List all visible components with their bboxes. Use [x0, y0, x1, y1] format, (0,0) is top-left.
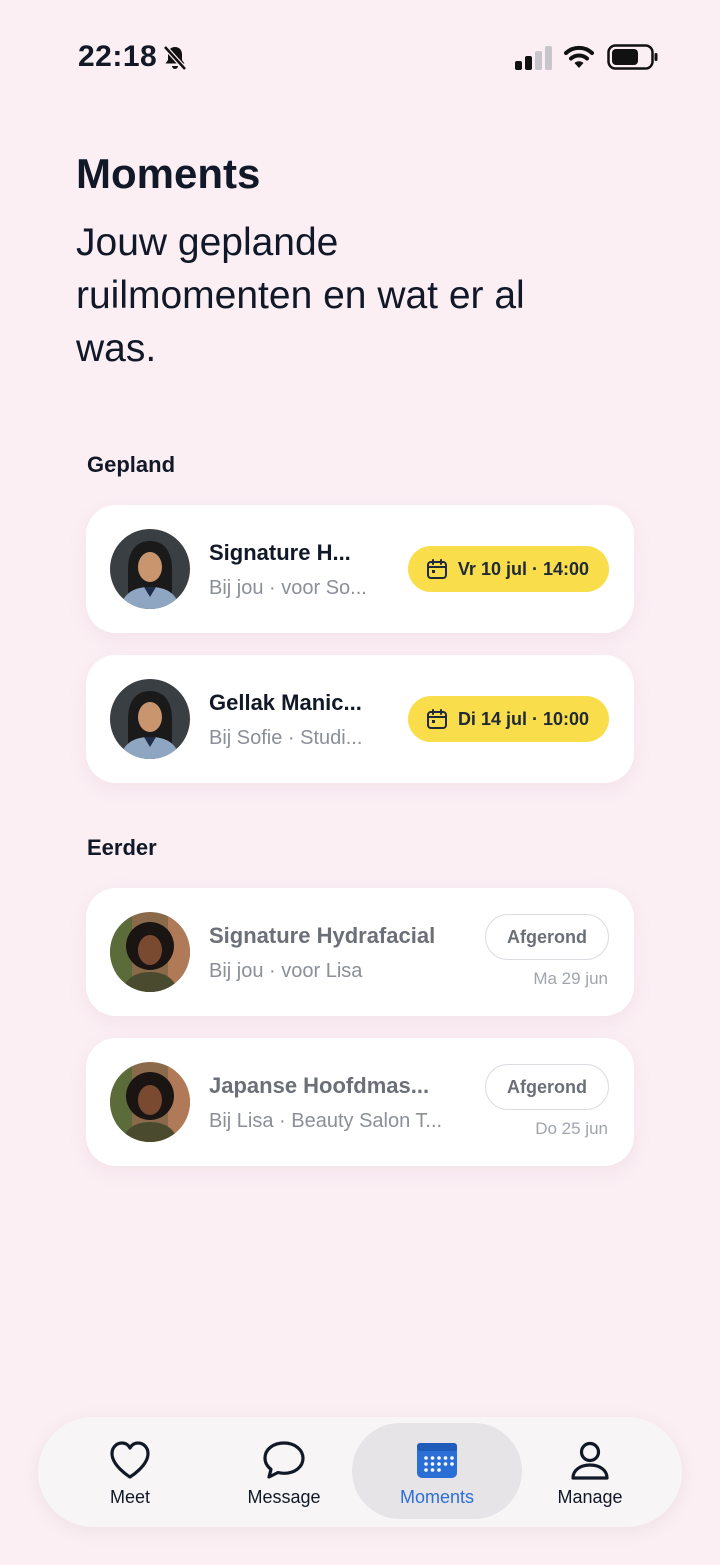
moment-title: Signature H...: [209, 540, 351, 565]
tab-label: Manage: [557, 1487, 623, 1507]
status-bar: 22:18: [0, 38, 720, 82]
moment-subtitle: Bij Sofie · Studi...: [209, 727, 363, 749]
section-label-past: Eerder: [87, 835, 157, 860]
moment-title: Gellak Manic...: [209, 690, 362, 715]
calendar-icon: [426, 709, 447, 729]
moment-date: Ma 29 jun: [533, 969, 608, 988]
battery-icon: [607, 44, 658, 70]
past-moment-card[interactable]: Signature Hydrafacial Bij jou · voor Lis…: [86, 888, 634, 1016]
section-label-planned: Gepland: [87, 452, 176, 477]
date-pill: Di 14 jul · 10:00: [407, 696, 609, 742]
tab-meet[interactable]: Meet: [50, 1423, 210, 1519]
completed-badge: Afgerond: [485, 914, 609, 960]
avatar: [110, 529, 190, 609]
moment-title: Japanse Hoofdmas...: [209, 1073, 430, 1098]
completed-badge: Afgerond: [485, 1064, 609, 1110]
status-time: 22:18: [78, 40, 158, 73]
moments-screen: 22:18 Moments Jouw geplande ruilmomenten…: [0, 0, 720, 1565]
avatar: [110, 679, 190, 759]
wifi-icon: [564, 45, 594, 68]
planned-moment-card[interactable]: Gellak Manic... Bij Sofie · Studi... Di …: [86, 655, 634, 783]
tab-label: Meet: [109, 1487, 151, 1507]
moment-subtitle: Bij Lisa · Beauty Salon T...: [209, 1110, 443, 1132]
chat-bubble-icon: [263, 1441, 305, 1479]
calendar-icon: [426, 559, 447, 579]
date-pill-label: Vr 10 jul · 14:00: [457, 558, 589, 579]
heart-icon: [110, 1441, 150, 1479]
tab-message[interactable]: Message: [204, 1423, 364, 1519]
tab-label: Moments: [399, 1487, 475, 1507]
planned-moment-card[interactable]: Signature H... Bij jou · voor So... Vr 1…: [86, 505, 634, 633]
tab-moments[interactable]: Moments: [352, 1423, 522, 1519]
page-title: Moments: [76, 150, 261, 197]
user-icon: [571, 1441, 609, 1480]
past-moment-card[interactable]: Japanse Hoofdmas... Bij Lisa · Beauty Sa…: [86, 1038, 634, 1166]
tab-manage[interactable]: Manage: [510, 1423, 670, 1519]
avatar: [110, 1062, 190, 1142]
date-pill: Vr 10 jul · 14:00: [407, 546, 609, 592]
cellular-signal-icon: [515, 46, 552, 70]
avatar: [110, 912, 190, 992]
bell-muted-icon: [163, 45, 187, 71]
moment-title: Signature Hydrafacial: [209, 923, 436, 948]
tab-label: Message: [247, 1487, 321, 1507]
moment-subtitle: Bij jou · voor Lisa: [209, 960, 363, 982]
moment-subtitle: Bij jou · voor So...: [209, 577, 367, 599]
calendar-icon: [417, 1443, 457, 1478]
date-pill-label: Di 14 jul · 10:00: [457, 708, 589, 729]
bottom-tab-bar: Meet Message Moments Manage: [38, 1417, 682, 1527]
page-subtitle: Jouw geplande ruilmomenten en wat er al …: [76, 221, 525, 370]
moment-date: Do 25 jun: [535, 1119, 608, 1138]
